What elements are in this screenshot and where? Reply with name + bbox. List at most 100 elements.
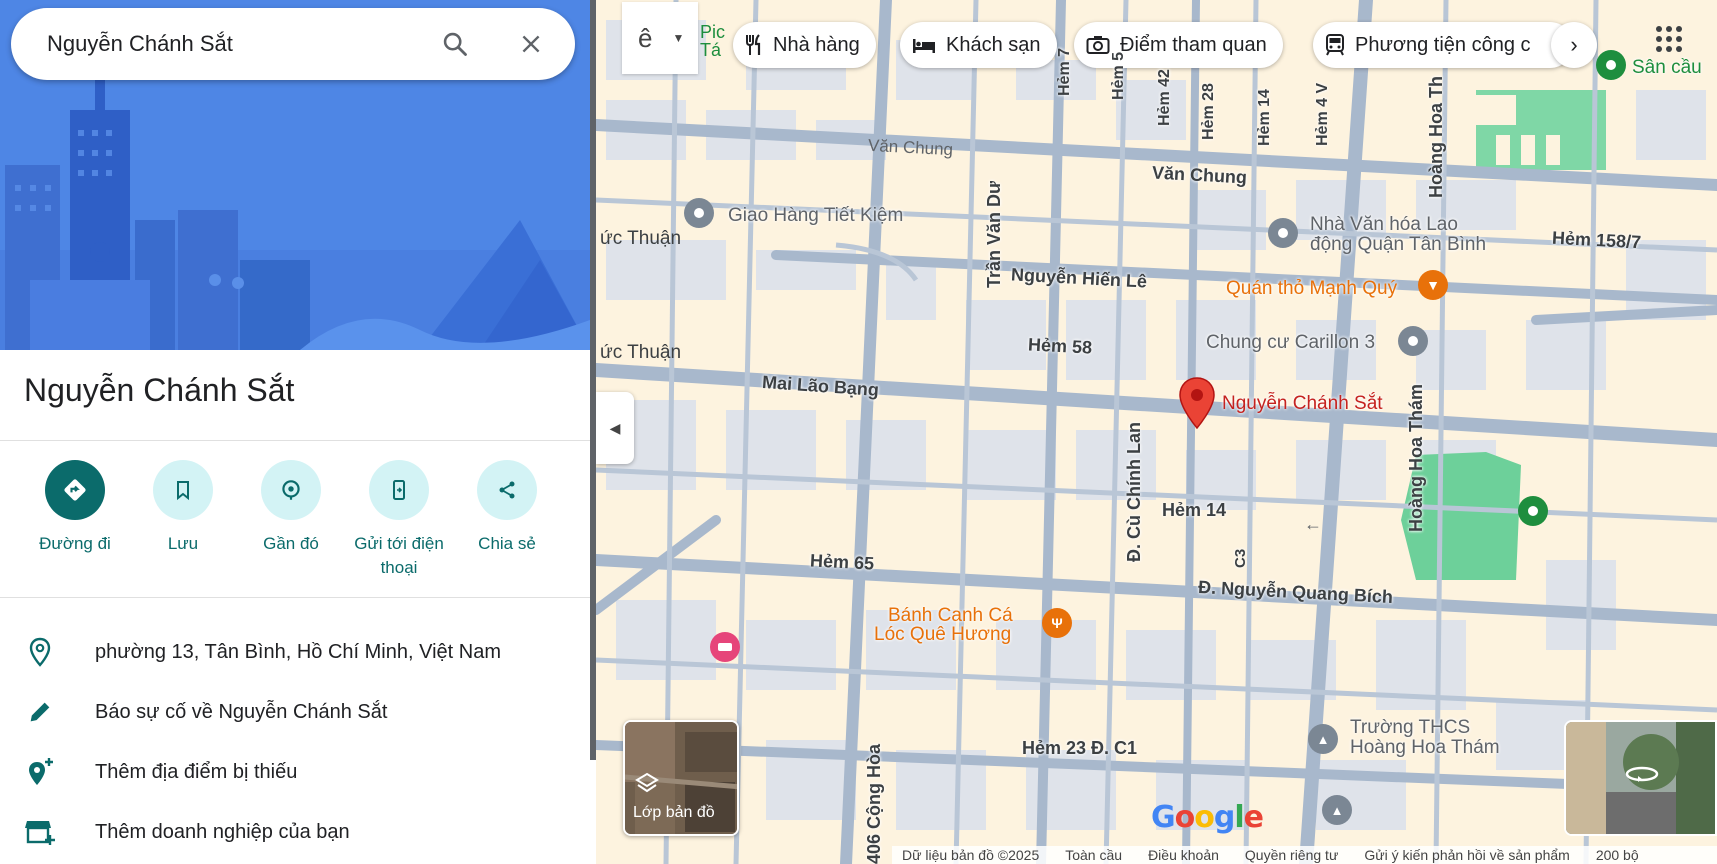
collapse-panel-button[interactable]: ◀ bbox=[596, 392, 634, 464]
add-location-icon bbox=[29, 758, 53, 785]
terms-link[interactable]: Điều khoản bbox=[1148, 847, 1219, 863]
mode-toggle-button[interactable]: ê ▼ bbox=[622, 2, 698, 74]
poi-dot-icon bbox=[1408, 336, 1418, 346]
hotel-icon bbox=[913, 39, 935, 53]
chip-label: Điểm tham quan bbox=[1120, 33, 1267, 56]
poi-dot-icon bbox=[1278, 228, 1288, 238]
poi-label-quan-tho[interactable]: Quán thỏ Mạnh Quý bbox=[1226, 279, 1397, 299]
poi-pin-chung-cu[interactable] bbox=[1398, 326, 1428, 356]
nearby-button[interactable]: Gần đó bbox=[236, 460, 346, 556]
global-link[interactable]: Toàn cầu bbox=[1065, 847, 1122, 863]
poi-dot-icon bbox=[694, 208, 704, 218]
poi-label-nha-van-hoa-2[interactable]: động Quận Tân Bình bbox=[1310, 235, 1486, 255]
chips-next-button[interactable]: › bbox=[1551, 22, 1597, 68]
scale-bar[interactable]: 200 bộ bbox=[1596, 847, 1639, 863]
map-label-duc-thuan-1: ức Thuận bbox=[600, 228, 682, 249]
clear-search-button[interactable] bbox=[511, 24, 551, 64]
one-way-arrow-icon: ← bbox=[1304, 514, 1322, 534]
search-button[interactable] bbox=[435, 24, 475, 64]
layers-icon bbox=[635, 772, 659, 793]
save-button[interactable]: Lưu bbox=[128, 460, 238, 556]
send-to-phone-button[interactable]: Gửi tới điện thoại bbox=[344, 460, 454, 580]
road-label-hem-23: Hẻm 23 Đ. C1 bbox=[1022, 738, 1138, 758]
directions-icon bbox=[45, 460, 105, 520]
feedback-link[interactable]: Gửi ý kiến phản hồi về sản phẩm bbox=[1364, 847, 1570, 863]
poi-label-san[interactable]: Sân cầu bbox=[1632, 58, 1702, 78]
divider bbox=[0, 597, 590, 598]
poi-label-chung-cu[interactable]: Chung cư Carillon 3 bbox=[1206, 333, 1375, 353]
add-missing-place-text: Thêm địa điểm bị thiếu bbox=[95, 760, 298, 783]
apps-grid-icon bbox=[1656, 26, 1682, 52]
chevron-right-icon: › bbox=[1570, 32, 1578, 57]
poi-pin-san[interactable] bbox=[1596, 50, 1626, 80]
poi-pin-quan-tho[interactable]: ▼ bbox=[1418, 270, 1448, 300]
school-icon: ▲ bbox=[1316, 731, 1330, 747]
poi-label-truong-1[interactable]: Trường THCS bbox=[1350, 718, 1470, 738]
road-label-hem-14v: Hẻm 14 bbox=[1256, 89, 1273, 146]
share-label: Chia sẻ bbox=[478, 534, 536, 553]
directions-button[interactable]: Đường đi bbox=[20, 460, 130, 556]
chip-restaurants[interactable]: Nhà hàng bbox=[733, 22, 876, 68]
restaurant-icon bbox=[746, 34, 761, 55]
map-label-duc-thuan-2: ức Thuận bbox=[600, 342, 682, 363]
search-icon bbox=[443, 32, 467, 56]
poi-pin-hotel[interactable] bbox=[710, 632, 740, 662]
road-label-hem-65: Hẻm 65 bbox=[809, 550, 875, 574]
poi-label-banh-canh-2[interactable]: Lóc Quê Hương bbox=[874, 625, 1011, 645]
add-business-text: Thêm doanh nghiệp của bạn bbox=[95, 820, 350, 843]
road-label-cu-chinh-lan: Đ. Cù Chính Lan bbox=[1124, 422, 1144, 562]
hotel-icon bbox=[718, 643, 732, 651]
share-icon bbox=[477, 460, 537, 520]
save-label: Lưu bbox=[167, 534, 199, 553]
poi-pin-school-2[interactable]: ▲ bbox=[1322, 795, 1352, 825]
road-label-hem-58: Hẻm 58 bbox=[1027, 334, 1093, 358]
address-text: phường 13, Tân Bình, Hồ Chí Minh, Việt N… bbox=[95, 640, 501, 663]
phone-icon bbox=[369, 460, 429, 520]
layers-button[interactable]: Lớp bản đồ bbox=[623, 720, 739, 836]
directions-label: Đường đi bbox=[39, 534, 111, 553]
chip-transit[interactable]: Phương tiện công c bbox=[1313, 22, 1573, 68]
road-label-hem-14: Hẻm 14 bbox=[1162, 500, 1227, 520]
report-issue-text: Báo sự cố về Nguyễn Chánh Sắt bbox=[95, 700, 388, 723]
road-label-hem-4: Hẻm 4 V bbox=[1314, 82, 1331, 146]
chevron-down-icon: ▼ bbox=[672, 31, 685, 45]
poi-dot-icon bbox=[1528, 506, 1538, 516]
poi-label-banh-canh-1[interactable]: Bánh Canh Cá bbox=[888, 606, 1013, 626]
address-row[interactable]: phường 13, Tân Bình, Hồ Chí Minh, Việt N… bbox=[0, 624, 590, 680]
rotate-360-icon bbox=[1625, 766, 1659, 782]
mode-glyph: ê bbox=[638, 22, 653, 53]
poi-pin-nha-van-hoa[interactable] bbox=[1268, 218, 1298, 248]
road-label-tran-van-du: Trần Văn Dư bbox=[984, 180, 1004, 288]
map-base bbox=[596, 0, 1717, 864]
street-view-button[interactable] bbox=[1564, 720, 1717, 836]
chip-label: Khách sạn bbox=[946, 33, 1041, 56]
place-title: Nguyễn Chánh Sắt bbox=[24, 372, 295, 408]
nearby-icon bbox=[261, 460, 321, 520]
selected-place-label[interactable]: Nguyễn Chánh Sắt bbox=[1222, 394, 1383, 414]
search-input[interactable] bbox=[47, 31, 427, 57]
share-button[interactable]: Chia sẻ bbox=[452, 460, 562, 556]
map-data-attribution[interactable]: Dữ liệu bản đồ ©2025 bbox=[902, 847, 1039, 863]
poi-label-nha-van-hoa-1[interactable]: Nhà Văn hóa Lao bbox=[1310, 215, 1458, 235]
search-box[interactable] bbox=[11, 8, 575, 80]
selected-place-marker[interactable] bbox=[1178, 376, 1216, 430]
location-pin-icon bbox=[29, 637, 51, 667]
add-missing-place-row[interactable]: Thêm địa điểm bị thiếu bbox=[0, 744, 590, 800]
chip-hotels[interactable]: Khách sạn bbox=[900, 22, 1057, 68]
privacy-link[interactable]: Quyền riêng tư bbox=[1245, 847, 1338, 863]
road-label-hem-42: Hẻm 42 bbox=[1156, 69, 1173, 126]
poi-pin-truong[interactable]: ▲ bbox=[1308, 724, 1338, 754]
add-business-row[interactable]: Thêm doanh nghiệp của bạn bbox=[0, 804, 590, 860]
poi-pin-banh-canh[interactable]: Ψ bbox=[1042, 608, 1072, 638]
road-label-hoang-hoa-tham: Hoàng Hoa Thám bbox=[1406, 383, 1426, 532]
report-issue-row[interactable]: Báo sự cố về Nguyễn Chánh Sắt bbox=[0, 684, 590, 740]
poi-pin-park[interactable] bbox=[1518, 496, 1548, 526]
chip-attractions[interactable]: Điểm tham quan bbox=[1074, 22, 1283, 68]
poi-label-truong-2[interactable]: Hoàng Hoa Thám bbox=[1350, 738, 1500, 758]
send-to-phone-label: Gửi tới điện thoại bbox=[354, 534, 444, 577]
poi-pin-giao-hang[interactable] bbox=[684, 198, 714, 228]
transit-icon bbox=[1326, 34, 1344, 56]
poi-label-giao-hang[interactable]: Giao Hàng Tiết Kiệm bbox=[728, 206, 903, 226]
map-canvas[interactable]: ê ▼ Nhà hàng Khách sạn Điểm tham quan Ph… bbox=[596, 0, 1717, 864]
action-bar: Đường đi Lưu Gần đó Gửi tới điện thoại C… bbox=[0, 460, 590, 590]
